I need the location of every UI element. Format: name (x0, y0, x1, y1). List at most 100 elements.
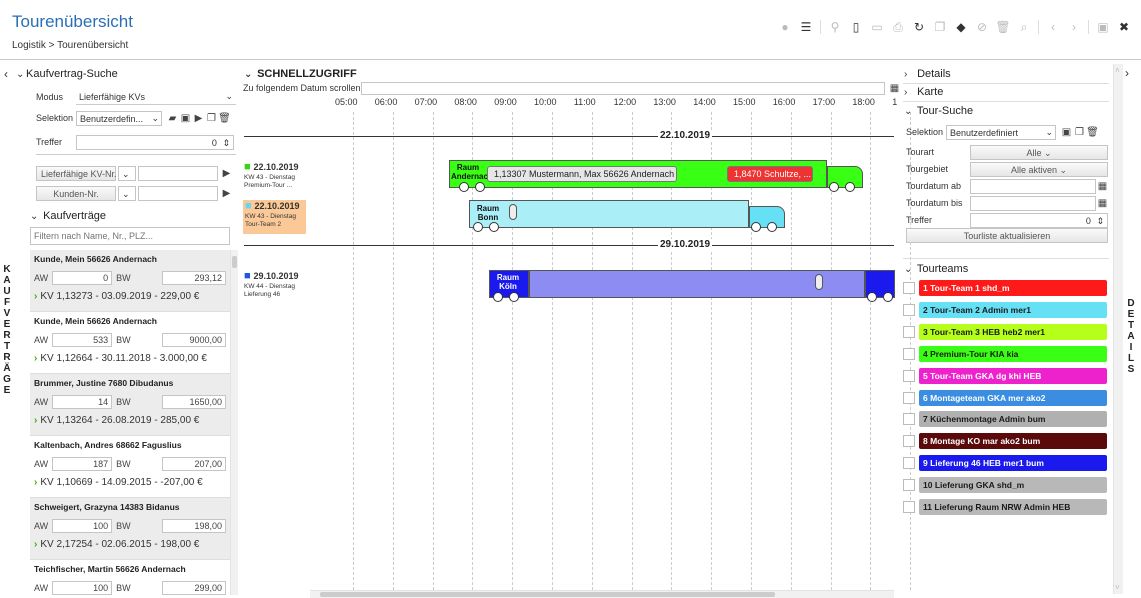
kv-list-item[interactable]: Schweigert, Grazyna 14383 Bidanus AW 100 BW… (30, 498, 230, 560)
tour-selektion-select[interactable]: Benutzerdefiniert ⌄ (946, 124, 1056, 140)
kv-info-row[interactable]: › KV 1,13273 - 03.09.2019 - 229,00 € (34, 289, 226, 305)
modus-select[interactable]: Lieferfähige KVs ⌄ (76, 89, 236, 105)
tourteam-item[interactable]: 4 Premium-Tour KIA kia (903, 345, 1108, 362)
tourteam-item[interactable]: 8 Montage KO mar ako2 bum (903, 433, 1108, 450)
folder-open-icon[interactable]: ▰ (166, 112, 179, 125)
tourteam-checkbox[interactable] (903, 282, 915, 294)
tourteam-checkbox[interactable] (903, 325, 915, 338)
karte-header[interactable]: › Karte (904, 84, 1109, 100)
tourteam-checkbox[interactable] (903, 369, 915, 382)
datum-bis-input[interactable] (970, 195, 1096, 211)
treffer-input[interactable]: 0 ⇕ (76, 134, 234, 150)
kv-list-scrollbar[interactable] (230, 250, 238, 595)
kv-list-item[interactable]: Kaltenbach, Andres 68662 Faguslius AW 187 B… (30, 436, 230, 498)
tourteam-item[interactable]: 3 Tour-Team 3 HEB heb2 mer1 (903, 323, 1108, 340)
order-pill[interactable]: 1,13307 Mustermann, Max 56626 Andernach (487, 166, 677, 182)
kv-list-item[interactable]: Kunde, Mein 56626 Andernach AW 0 BW 293,12 › K… (30, 250, 230, 312)
tourteam-item[interactable]: 9 Lieferung 46 HEB mer1 bum (903, 455, 1108, 472)
next-icon[interactable]: › (1067, 20, 1081, 34)
filter-input[interactable] (30, 227, 230, 245)
kundennr-operator-select[interactable]: ⌄ (118, 185, 136, 201)
scroll-thumb[interactable] (320, 592, 775, 597)
scroll-down-icon[interactable]: ˅ (1115, 583, 1120, 592)
tourteam-checkbox[interactable] (903, 435, 915, 448)
tour-truck-koeln[interactable]: Raum Köln (489, 270, 895, 304)
tourteams-header[interactable]: ⌄ Tourteams (904, 261, 1109, 277)
comment-icon[interactable]: ● (778, 20, 792, 34)
calendar-icon[interactable]: ▦ (1096, 180, 1109, 193)
kv-info-row[interactable]: › KV 2,17254 - 02.06.2015 - 198,00 € (34, 537, 226, 553)
play-icon[interactable]: ▶ (220, 167, 233, 180)
kvnr-button[interactable]: Lieferfähige KV-Nr. (36, 165, 117, 181)
tour-label[interactable]: ■ 22.10.2019 KW 43 - Dienstag Premium-To… (244, 161, 306, 195)
play-icon[interactable]: ▶ (220, 187, 233, 200)
kv-info-row[interactable]: › KV 1,13264 - 26.08.2019 - 285,00 € (34, 413, 226, 429)
tag-icon[interactable]: ◆ (954, 20, 968, 34)
datum-ab-input[interactable] (970, 178, 1096, 194)
details-header[interactable]: › Details (904, 66, 1109, 82)
save-icon[interactable]: ▣ (179, 112, 192, 125)
tourteam-item[interactable]: 7 Küchenmontage Admin bum (903, 411, 1108, 428)
kv-info-row[interactable]: › KV 1,12664 - 30.11.2018 - 3.000,00 € (34, 351, 226, 367)
collapse-right-icon[interactable]: › (1125, 66, 1129, 80)
drag-handle[interactable] (509, 204, 517, 220)
tour-treffer-input[interactable]: 0 ⇕ (970, 212, 1108, 228)
kaufvertraege-vertical-tab[interactable]: KAUFVERTRÄGE (0, 264, 14, 396)
refresh-icon[interactable]: ↻ (912, 20, 926, 34)
chevron-down-icon[interactable]: ⌄ (16, 69, 26, 80)
tour-truck-andernach[interactable]: Raum Andernach 1,13307 Mustermann, Max 5… (449, 160, 864, 194)
tourteam-item[interactable]: 2 Tour-Team 2 Admin mer1 (903, 301, 1108, 318)
calendar-icon[interactable]: ▦ (1096, 197, 1109, 210)
tourteam-checkbox[interactable] (903, 391, 915, 404)
tourteam-checkbox[interactable] (903, 303, 915, 316)
toursuche-header[interactable]: ⌄ Tour-Suche (904, 103, 1109, 119)
spinner-icon[interactable]: ⇕ (222, 138, 230, 148)
copy-icon[interactable]: ❐ (205, 112, 218, 125)
tourgebiet-select[interactable]: Alle aktiven ⌄ (970, 161, 1108, 177)
scroll-up-icon[interactable]: ˄ (1115, 66, 1120, 75)
tourteam-item[interactable]: 11 Lieferung Raum NRW Admin HEB (903, 499, 1108, 515)
play-icon[interactable]: ▶ (192, 112, 205, 125)
delete-icon[interactable]: 🗑 (218, 112, 231, 125)
tour-label[interactable]: ■ 29.10.2019 KW 44 - Dienstag Lieferung … (244, 270, 306, 304)
tourteam-checkbox[interactable] (903, 457, 915, 470)
kv-list-item[interactable]: Kunde, Mein 56626 Andernach AW 533 BW 9000,0… (30, 312, 230, 374)
order-pill[interactable]: 1,8470 Schultze, ... (727, 166, 813, 182)
save-icon[interactable]: ▣ (1096, 20, 1110, 34)
selektion-select[interactable]: Benutzerdefin... ⌄ (76, 110, 162, 126)
right-panel-scrollbar[interactable]: ˄ ˅ (1113, 64, 1123, 594)
tourteam-checkbox[interactable] (903, 501, 915, 513)
search-icon[interactable]: ⌕ (1017, 20, 1031, 34)
spinner-icon[interactable]: ⇕ (1096, 216, 1104, 226)
details-vertical-tab[interactable]: DETAILS (1124, 298, 1138, 375)
kundennr-input[interactable] (138, 185, 218, 201)
pin-icon[interactable]: ⚲ (828, 20, 842, 34)
print-icon[interactable]: ⎙ (891, 20, 905, 34)
collapse-left-icon[interactable]: ‹ (4, 67, 16, 81)
new-document-icon[interactable]: ▯ (849, 20, 863, 34)
timeline-hscrollbar[interactable] (310, 590, 894, 598)
kv-list-item[interactable]: Brummer, Justine 7680 Dibudanus AW 14 BW 165… (30, 374, 230, 436)
tourart-select[interactable]: Alle ⌄ (970, 144, 1108, 160)
drag-handle[interactable] (815, 274, 823, 290)
tourliste-aktualisieren-button[interactable]: Tourliste aktualisieren (906, 228, 1108, 243)
scroll-thumb[interactable] (232, 256, 237, 268)
kv-info-row[interactable]: › KV 1,10669 - 14.09.2015 - -207,00 € (34, 475, 226, 491)
tourteam-checkbox[interactable] (903, 479, 915, 492)
save-icon[interactable]: ▣ (1060, 126, 1073, 139)
delete-icon[interactable]: 🗑 (995, 20, 1010, 34)
kundennr-button[interactable]: Kunden-Nr. (36, 185, 116, 201)
tourteam-item[interactable]: 1 Tour-Team 1 shd_m (903, 280, 1108, 296)
copy-icon[interactable]: ❐ (933, 20, 947, 34)
tourteam-checkbox[interactable] (903, 413, 915, 426)
list-icon[interactable]: ☰ (799, 20, 813, 34)
delete-icon[interactable]: 🗑 (1086, 126, 1099, 139)
tour-truck-bonn[interactable]: Raum Bonn (469, 200, 787, 234)
tourteam-checkbox[interactable] (903, 347, 915, 360)
schnellzugriff-header[interactable]: ⌄ SCHNELLZUGRIFF (244, 66, 357, 82)
kv-list-item[interactable]: Teichfischer, Martin 56626 Andernach AW 10… (30, 560, 230, 598)
prev-icon[interactable]: ‹ (1046, 20, 1060, 34)
close-icon[interactable]: ✖ (1117, 20, 1131, 34)
tourteam-item[interactable]: 10 Lieferung GKA shd_m (903, 477, 1108, 494)
tourteam-item[interactable]: 5 Tour-Team GKA dg khi HEB (903, 367, 1108, 384)
